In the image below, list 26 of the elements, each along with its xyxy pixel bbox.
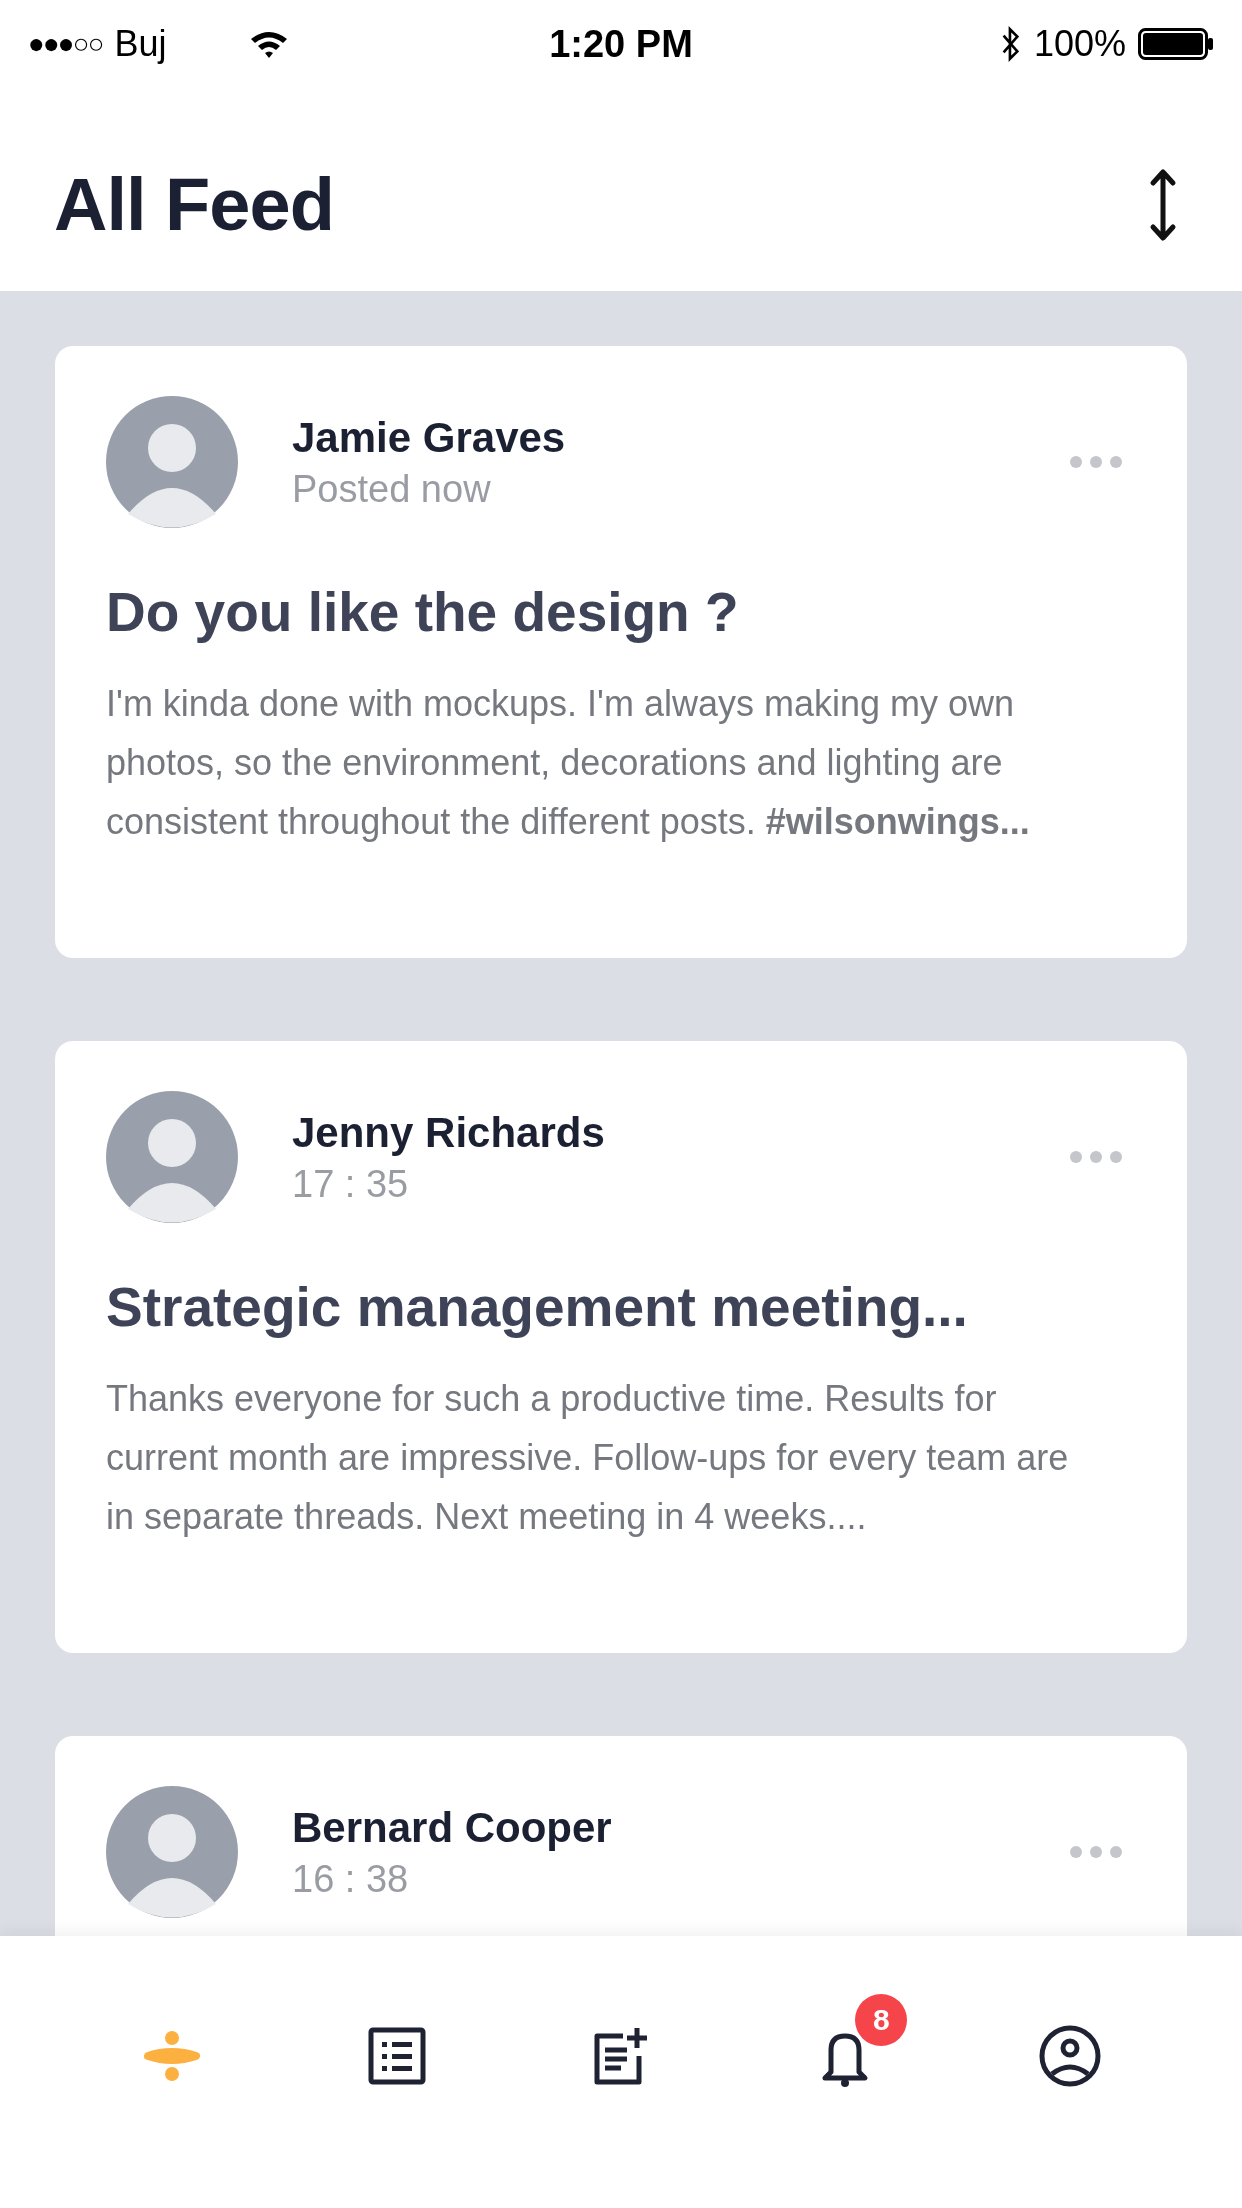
carrier-name: Buj xyxy=(114,23,167,65)
profile-icon xyxy=(1037,2024,1102,2088)
notification-count: 8 xyxy=(855,1994,908,2046)
battery-icon xyxy=(1138,28,1214,60)
author-name: Jenny Richards xyxy=(292,1108,606,1157)
post-time: Posted now xyxy=(292,467,492,511)
avatar-icon xyxy=(106,396,238,528)
sort-icon[interactable] xyxy=(1148,166,1178,243)
post-card[interactable] xyxy=(55,1041,1187,1653)
avatar-icon xyxy=(106,1091,238,1223)
signal-strength: ●●●○○ xyxy=(28,28,103,60)
author-name: Bernard Cooper xyxy=(292,1803,613,1852)
avatar-icon xyxy=(106,1786,238,1918)
page-title: All Feed xyxy=(54,162,334,247)
post-card[interactable] xyxy=(55,346,1187,958)
clock: 1:20 PM xyxy=(549,22,693,66)
post-card[interactable]: Bernard Cooper 16 : 38 xyxy=(55,1736,1187,1936)
post-time: 16 : 38 xyxy=(292,1857,410,1901)
post-text: I'm kinda done with mockups. I'm always making my own photos, so the environment, decorations and lighting are consistent throughout the different posts. #wilsonwings... xyxy=(106,682,1031,844)
battery-percentage: 100% xyxy=(1033,23,1126,65)
post-text: Thanks everyone for such a productive time. Results for current month are impressive. Follow-ups for every team are in separate threads. Next meeting in 4 weeks.... xyxy=(106,1377,1070,1539)
post-title: Do you like the design ? xyxy=(106,580,740,644)
post-title: Strategic management meeting... xyxy=(106,1275,969,1339)
notifications-tab[interactable]: 8 xyxy=(779,1990,912,2122)
post-time: 17 : 35 xyxy=(292,1162,410,1206)
author-name: Jamie Graves xyxy=(292,413,567,462)
